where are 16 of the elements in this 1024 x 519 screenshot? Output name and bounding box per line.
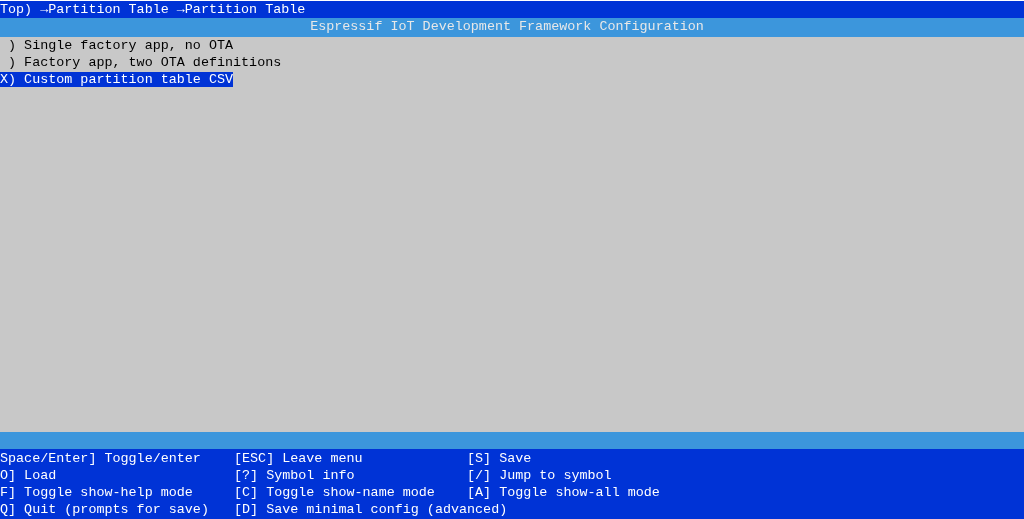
menu-option[interactable]: X) Custom partition table CSV bbox=[0, 72, 234, 87]
key-hint: F] Toggle show-help mode bbox=[0, 485, 193, 500]
key-hint: [D] Save minimal config (advanced) bbox=[234, 502, 508, 517]
breadcrumb-text: Top) →Partition Table →Partition Table bbox=[0, 2, 306, 17]
key-hint: [S] Save bbox=[467, 451, 532, 466]
key-hint: [C] Toggle show-name mode bbox=[234, 485, 435, 500]
key-hint: [/] Jump to symbol bbox=[467, 468, 612, 483]
key-hint: [ESC] Leave menu bbox=[234, 451, 363, 466]
menu-option[interactable]: ) Factory app, two OTA definitions bbox=[0, 55, 282, 70]
key-hint: [A] Toggle show-all mode bbox=[467, 485, 660, 500]
key-hint: Space/Enter] Toggle/enter bbox=[0, 451, 201, 466]
key-hint: Q] Quit (prompts for save) bbox=[0, 502, 209, 517]
key-hint: [?] Symbol info bbox=[234, 468, 355, 483]
menu-option[interactable]: ) Single factory app, no OTA bbox=[0, 38, 234, 53]
window-title: Espressif IoT Development Framework Configuration bbox=[310, 18, 704, 36]
key-hint: O] Load bbox=[0, 468, 57, 483]
